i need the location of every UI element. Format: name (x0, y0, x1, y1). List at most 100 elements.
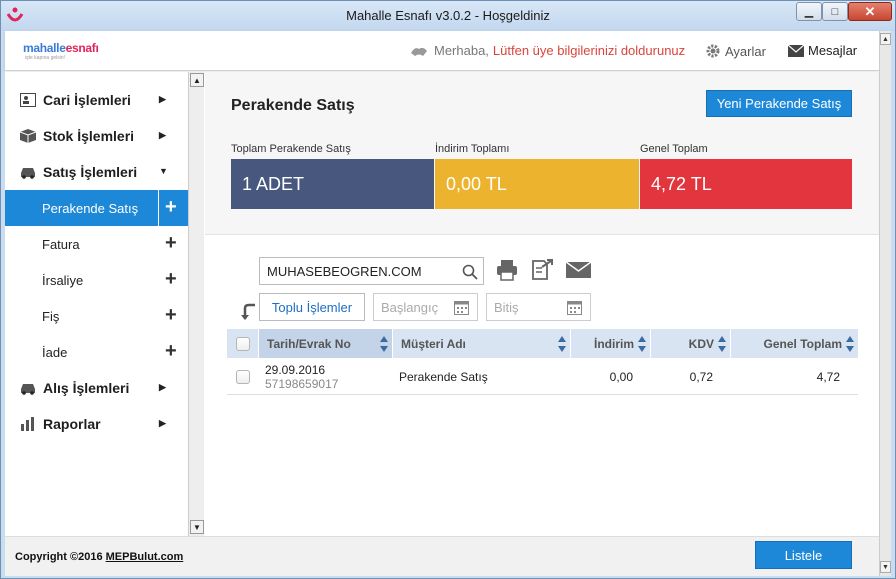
sidebar-subitem-iade[interactable]: İade + (5, 334, 188, 370)
col-total[interactable]: Genel Toplam (731, 329, 858, 358)
app-window: Mahalle Esnafı v3.0.2 - Hoşgeldiniz ▁ □ … (0, 0, 896, 579)
chevron-right-icon: ▶ (159, 94, 166, 104)
card-label: Toplam Perakende Satış (231, 143, 351, 155)
sort-icon[interactable] (718, 336, 726, 352)
search-input[interactable]: MUHASEBEOGREN.COM (259, 257, 484, 285)
col-date[interactable]: Tarih/Evrak No (259, 329, 393, 358)
gear-icon (706, 44, 720, 58)
search-value: MUHASEBEOGREN.COM (267, 263, 422, 279)
scroll-up-button[interactable]: ▲ (190, 73, 204, 87)
bulk-actions-button[interactable]: Toplu İşlemler (259, 293, 365, 321)
sort-icon[interactable] (846, 336, 854, 352)
total-sales-card: 1 ADET (231, 159, 434, 209)
logo[interactable]: mahalleesnafı işte kapına gelsin! (23, 37, 123, 67)
grand-total-card: 4,72 TL (640, 159, 852, 209)
add-icon[interactable]: + (165, 196, 177, 218)
start-date-placeholder: Başlangıç (381, 299, 439, 315)
table-row[interactable]: 29.09.2016 57198659017 Perakende Satış 0… (227, 358, 858, 395)
sidebar-item-satis[interactable]: Satış İşlemleri ▼ (5, 154, 189, 190)
sidebar-item-alis[interactable]: Alış İşlemleri ▶ (5, 370, 189, 406)
sort-icon[interactable] (558, 336, 566, 352)
col-discount[interactable]: İndirim (571, 329, 651, 358)
logo-tagline: işte kapına gelsin! (25, 55, 66, 61)
sidebar-item-label: Raporlar (43, 416, 101, 432)
close-button[interactable]: ✕ (848, 2, 892, 21)
settings-link[interactable]: Ayarlar (705, 43, 766, 59)
sort-icon[interactable] (638, 336, 646, 352)
col-kdv[interactable]: KDV (651, 329, 731, 358)
calendar-icon[interactable] (454, 300, 469, 315)
messages-link[interactable]: Mesajlar (788, 43, 857, 58)
add-icon[interactable]: + (165, 304, 177, 326)
end-date-input[interactable]: Bitiş (486, 293, 591, 321)
print-icon[interactable] (496, 259, 518, 281)
chevron-right-icon: ▶ (159, 382, 166, 392)
bar-chart-icon (21, 417, 34, 431)
add-icon[interactable]: + (165, 232, 177, 254)
subitem-label: İade (42, 344, 68, 360)
copyright: Copyright ©2016 MEPBulut.com (15, 551, 183, 563)
sidebar-subitem-irsaliye[interactable]: İrsaliye + (5, 262, 188, 298)
app-header: mahalleesnafı işte kapına gelsin! Merhab… (5, 31, 879, 71)
sidebar-scrollbar[interactable]: ▲ ▼ (188, 72, 204, 536)
row-kdv: 0,72 (689, 369, 713, 384)
sidebar-item-label: Cari İşlemleri (43, 92, 131, 108)
car-icon (21, 168, 35, 179)
search-icon[interactable] (462, 264, 478, 280)
sidebar-item-label: Alış İşlemleri (43, 380, 130, 396)
row-select-cell (227, 358, 259, 395)
mepbulut-link[interactable]: MEPBulut.com (106, 551, 184, 563)
col-customer[interactable]: Müşteri Adı (393, 329, 571, 358)
card-label: İndirim Toplamı (435, 143, 510, 155)
car-icon (21, 384, 35, 395)
col-discount-label: İndirim (593, 336, 634, 351)
maximize-button[interactable]: □ (822, 2, 848, 21)
row-discount: 0,00 (609, 369, 633, 384)
end-date-placeholder: Bitiş (494, 299, 519, 315)
table-header: Tarih/Evrak No Müşteri Adı İndirim KDV G… (227, 329, 858, 358)
contact-card-icon (20, 93, 36, 107)
sidebar-subitem-perakende[interactable]: Perakende Satış + (5, 190, 188, 226)
col-date-label: Tarih/Evrak No (267, 336, 351, 351)
sidebar-item-cari[interactable]: Cari İşlemleri ▶ (5, 82, 189, 118)
logo-text-2: esnafı (65, 41, 99, 55)
new-retail-sale-button[interactable]: Yeni Perakende Satış (706, 90, 852, 117)
list-button[interactable]: Listele (755, 541, 852, 569)
scroll-down-button[interactable]: ▼ (880, 561, 891, 573)
row-doc-no: 57198659017 (265, 376, 339, 391)
sidebar-item-label: Satış İşlemleri (43, 164, 138, 180)
sidebar-item-stok[interactable]: Stok İşlemleri ▶ (5, 118, 189, 154)
scroll-up-button[interactable]: ▲ (880, 33, 891, 45)
copyright-text: Copyright ©2016 (15, 551, 103, 563)
sidebar-item-label: Stok İşlemleri (43, 128, 135, 144)
chevron-right-icon: ▶ (159, 130, 166, 140)
sidebar: Cari İşlemleri ▶ Stok İşlemleri ▶ Satış … (5, 72, 204, 536)
scroll-down-button[interactable]: ▼ (190, 520, 204, 534)
client-area: mahalleesnafı işte kapına gelsin! Merhab… (5, 31, 891, 576)
col-total-label: Genel Toplam (763, 336, 842, 351)
select-all-checkbox[interactable] (235, 336, 250, 351)
sidebar-subitem-fatura[interactable]: Fatura + (5, 226, 188, 262)
handshake-icon (411, 47, 427, 56)
sort-icon[interactable] (380, 336, 388, 352)
sidebar-subitem-fis[interactable]: Fiş + (5, 298, 188, 334)
window-scrollbar[interactable]: ▲ ▼ (879, 31, 891, 576)
greeting-bar[interactable]: Merhaba, Lütfen üye bilgilerinizi doldur… (410, 43, 685, 58)
discount-total-card: 0,00 TL (435, 159, 639, 209)
sidebar-item-raporlar[interactable]: Raporlar ▶ (5, 406, 189, 442)
calendar-icon[interactable] (567, 300, 582, 315)
main-panel: Perakende Satış Yeni Perakende Satış Top… (205, 72, 879, 536)
card-label: Genel Toplam (640, 143, 708, 155)
row-checkbox[interactable] (236, 369, 250, 384)
title-bar: Mahalle Esnafı v3.0.2 - Hoşgeldiniz ▁ □ … (1, 1, 895, 31)
page-title: Perakende Satış (231, 97, 355, 114)
add-icon[interactable]: + (165, 340, 177, 362)
add-icon[interactable]: + (165, 268, 177, 290)
profile-warning-link[interactable]: Lütfen üye bilgilerinizi doldurunuz (493, 43, 685, 58)
messages-label: Mesajlar (808, 43, 858, 58)
subitem-label: Perakende Satış (42, 200, 139, 216)
export-icon[interactable] (531, 259, 553, 281)
start-date-input[interactable]: Başlangıç (373, 293, 478, 321)
email-icon[interactable] (566, 262, 591, 278)
minimize-button[interactable]: ▁ (796, 2, 822, 21)
